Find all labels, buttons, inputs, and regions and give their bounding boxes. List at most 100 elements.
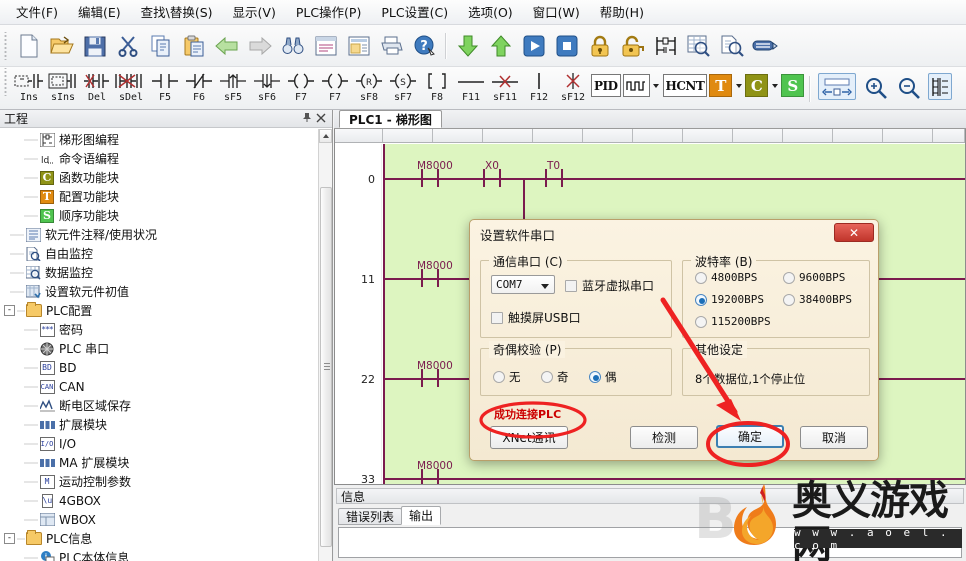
zoom-in-button[interactable] <box>860 72 891 104</box>
menu-window[interactable]: 窗口(W) <box>523 0 590 25</box>
free-monitor-icon[interactable] <box>716 30 747 62</box>
baud-115200-radio[interactable]: 115200BPS <box>695 315 771 328</box>
menu-find-replace[interactable]: 查找\替换(S) <box>131 0 223 25</box>
tree-node-free-monitor[interactable]: 自由监控 <box>0 244 318 263</box>
ladder-no-contact[interactable]: F5 <box>148 68 182 108</box>
ladder-hline[interactable]: F11 <box>454 68 488 108</box>
tree-expander[interactable]: - <box>4 305 15 316</box>
ladder-view-button[interactable] <box>928 73 953 100</box>
no-contact[interactable] <box>545 169 563 187</box>
baud-19200-radio[interactable]: 19200BPS <box>695 293 764 306</box>
menu-edit[interactable]: 编辑(E) <box>68 0 131 25</box>
function-block-button[interactable]: C <box>745 74 769 97</box>
ladder-coil-2[interactable]: F7 <box>318 68 352 108</box>
touchscreen-usb-checkbox[interactable]: 触摸屏USB口 <box>491 309 581 326</box>
ladder-function-block[interactable]: F8 <box>420 68 454 108</box>
tree-node-bd[interactable]: BD BD <box>0 358 318 377</box>
tree-node-function-block[interactable]: C 函数功能块 <box>0 168 318 187</box>
tree-node-io[interactable]: I/O I/O <box>0 434 318 453</box>
tree-node-password[interactable]: *** 密码 <box>0 320 318 339</box>
pulse-caret-icon[interactable] <box>651 74 662 97</box>
zoom-out-button[interactable] <box>893 72 924 104</box>
baud-4800-radio[interactable]: 4800BPS <box>695 271 757 284</box>
document-list-icon[interactable] <box>343 30 374 62</box>
ladder-nc-contact[interactable]: F6 <box>182 68 216 108</box>
menu-file[interactable]: 文件(F) <box>6 0 68 25</box>
pin-icon[interactable] <box>300 112 314 126</box>
ladder-del-hline[interactable]: sF11 <box>488 68 522 108</box>
open-folder-icon[interactable] <box>46 30 77 62</box>
find-binoculars-icon[interactable] <box>277 30 308 62</box>
config-block-caret-icon[interactable] <box>733 74 744 97</box>
parity-none-radio[interactable]: 无 <box>493 369 521 385</box>
ok-button[interactable]: 确定 <box>716 425 784 448</box>
ladder-falling-edge[interactable]: sF6 <box>250 68 284 108</box>
print-icon[interactable] <box>376 30 407 62</box>
sequence-block-button[interactable]: S <box>781 74 805 97</box>
run-play-icon[interactable] <box>518 30 549 62</box>
no-contact[interactable] <box>421 169 439 187</box>
ladder-insert[interactable]: Ins <box>12 68 46 108</box>
ladder-delete-block[interactable]: sDel <box>114 68 148 108</box>
tree-expander[interactable]: - <box>4 533 15 544</box>
upload-from-plc-icon[interactable] <box>485 30 516 62</box>
detect-button[interactable]: 检测 <box>630 426 698 449</box>
undo-arrow-icon[interactable] <box>211 30 242 62</box>
tree-node-expansion-module[interactable]: 扩展模块 <box>0 415 318 434</box>
pulse-button[interactable] <box>622 74 650 97</box>
config-block-button[interactable]: T <box>709 74 733 97</box>
tree-node-config-block[interactable]: T 配置功能块 <box>0 187 318 206</box>
ladder-vline[interactable]: F12 <box>522 68 556 108</box>
close-icon[interactable] <box>314 112 328 126</box>
tree-node-4gbox[interactable]: \u2590 4GBOX <box>0 491 318 510</box>
ladder-toolbar-grip[interactable] <box>2 68 9 96</box>
ladder-del-vline[interactable]: sF12 <box>556 68 590 108</box>
serial-port-icon[interactable] <box>749 30 780 62</box>
stop-icon[interactable] <box>551 30 582 62</box>
ladder-coil[interactable]: F7 <box>284 68 318 108</box>
tree-node-plc-info[interactable]: - PLC信息 <box>0 529 318 548</box>
download-to-plc-icon[interactable] <box>452 30 483 62</box>
menu-help[interactable]: 帮助(H) <box>590 0 654 25</box>
ladder-rising-edge[interactable]: sF5 <box>216 68 250 108</box>
hcnt-button[interactable]: HCNT <box>662 74 708 97</box>
tree-node-wbox[interactable]: WBOX <box>0 510 318 529</box>
ladder-reset-coil[interactable]: R sF8 <box>352 68 386 108</box>
scroll-up-arrow-icon[interactable] <box>319 129 332 143</box>
ladder-set-coil[interactable]: S sF7 <box>386 68 420 108</box>
no-contact[interactable] <box>421 369 439 387</box>
baud-9600-radio[interactable]: 9600BPS <box>783 271 845 284</box>
scrollbar-thumb[interactable] <box>320 187 332 547</box>
cancel-button[interactable]: 取消 <box>800 426 868 449</box>
parity-even-radio[interactable]: 偶 <box>589 369 617 385</box>
xnet-comm-button[interactable]: XNet通讯 <box>490 426 568 449</box>
com-port-select[interactable]: COM7 <box>491 275 555 294</box>
no-contact[interactable] <box>421 469 439 484</box>
save-icon[interactable] <box>79 30 110 62</box>
function-block-caret-icon[interactable] <box>769 74 780 97</box>
redo-arrow-icon[interactable] <box>244 30 275 62</box>
menu-plc-operation[interactable]: PLC操作(P) <box>286 0 372 25</box>
tree-node-motion-control-params[interactable]: M 运动控制参数 <box>0 472 318 491</box>
tree-node-plc-config[interactable]: - PLC配置 <box>0 301 318 320</box>
tree-node-power-off-retain[interactable]: 断电区域保存 <box>0 396 318 415</box>
tree-node-can[interactable]: CAN CAN <box>0 377 318 396</box>
no-contact[interactable] <box>483 169 501 187</box>
cut-scissors-icon[interactable] <box>112 30 143 62</box>
toolbar-grip[interactable] <box>2 31 9 60</box>
menu-options[interactable]: 选项(O) <box>458 0 523 25</box>
tree-node-plc-body-info[interactable]: i PLC本体信息 <box>0 548 318 561</box>
comment-list-icon[interactable] <box>310 30 341 62</box>
tree-node-plc-serial-port[interactable]: PLC 串口 <box>0 339 318 358</box>
tab-output[interactable]: 输出 <box>401 506 442 525</box>
lock-closed-icon[interactable] <box>584 30 615 62</box>
close-icon[interactable]: ✕ <box>834 223 874 242</box>
tree-node-ladder-programming[interactable]: 梯形图编程 <box>0 130 318 149</box>
ladder-delete[interactable]: Del <box>80 68 114 108</box>
menu-plc-settings[interactable]: PLC设置(C) <box>371 0 458 25</box>
menu-view[interactable]: 显示(V) <box>223 0 286 25</box>
tab-error-list[interactable]: 错误列表 <box>338 508 403 525</box>
tree-node-sequence-block[interactable]: S 顺序功能块 <box>0 206 318 225</box>
tree-node-init-device-value[interactable]: 设置软元件初值 <box>0 282 318 301</box>
ladder-insert-block[interactable]: sIns <box>46 68 80 108</box>
